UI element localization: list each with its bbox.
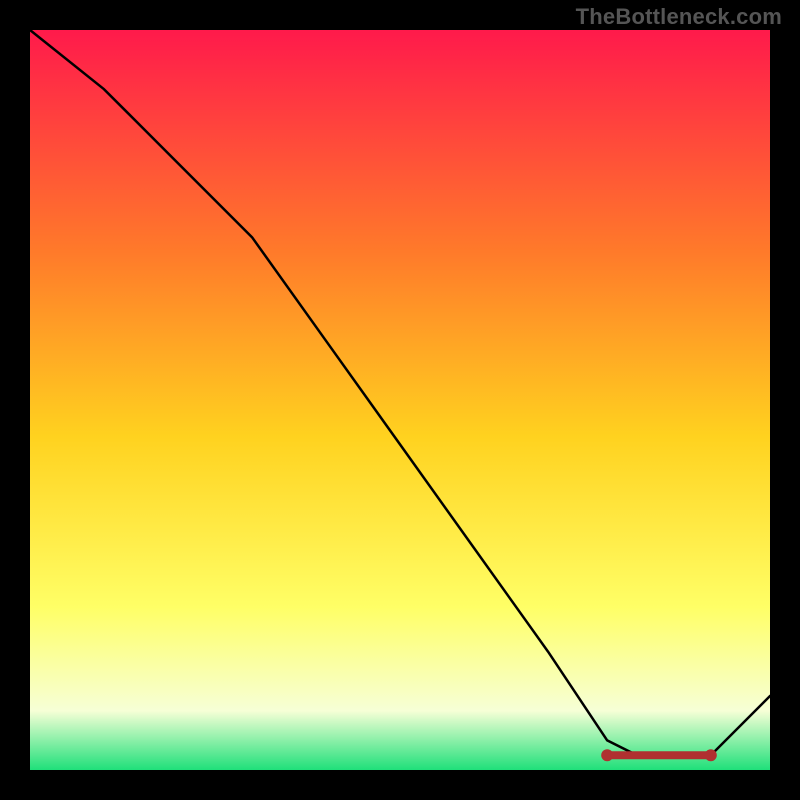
gradient-background xyxy=(30,30,770,770)
cap-left xyxy=(601,749,613,761)
watermark-text: TheBottleneck.com xyxy=(576,4,782,30)
cap-right xyxy=(705,749,717,761)
chart-container: TheBottleneck.com xyxy=(0,0,800,800)
plot-svg xyxy=(30,30,770,770)
plot-area xyxy=(30,30,770,770)
